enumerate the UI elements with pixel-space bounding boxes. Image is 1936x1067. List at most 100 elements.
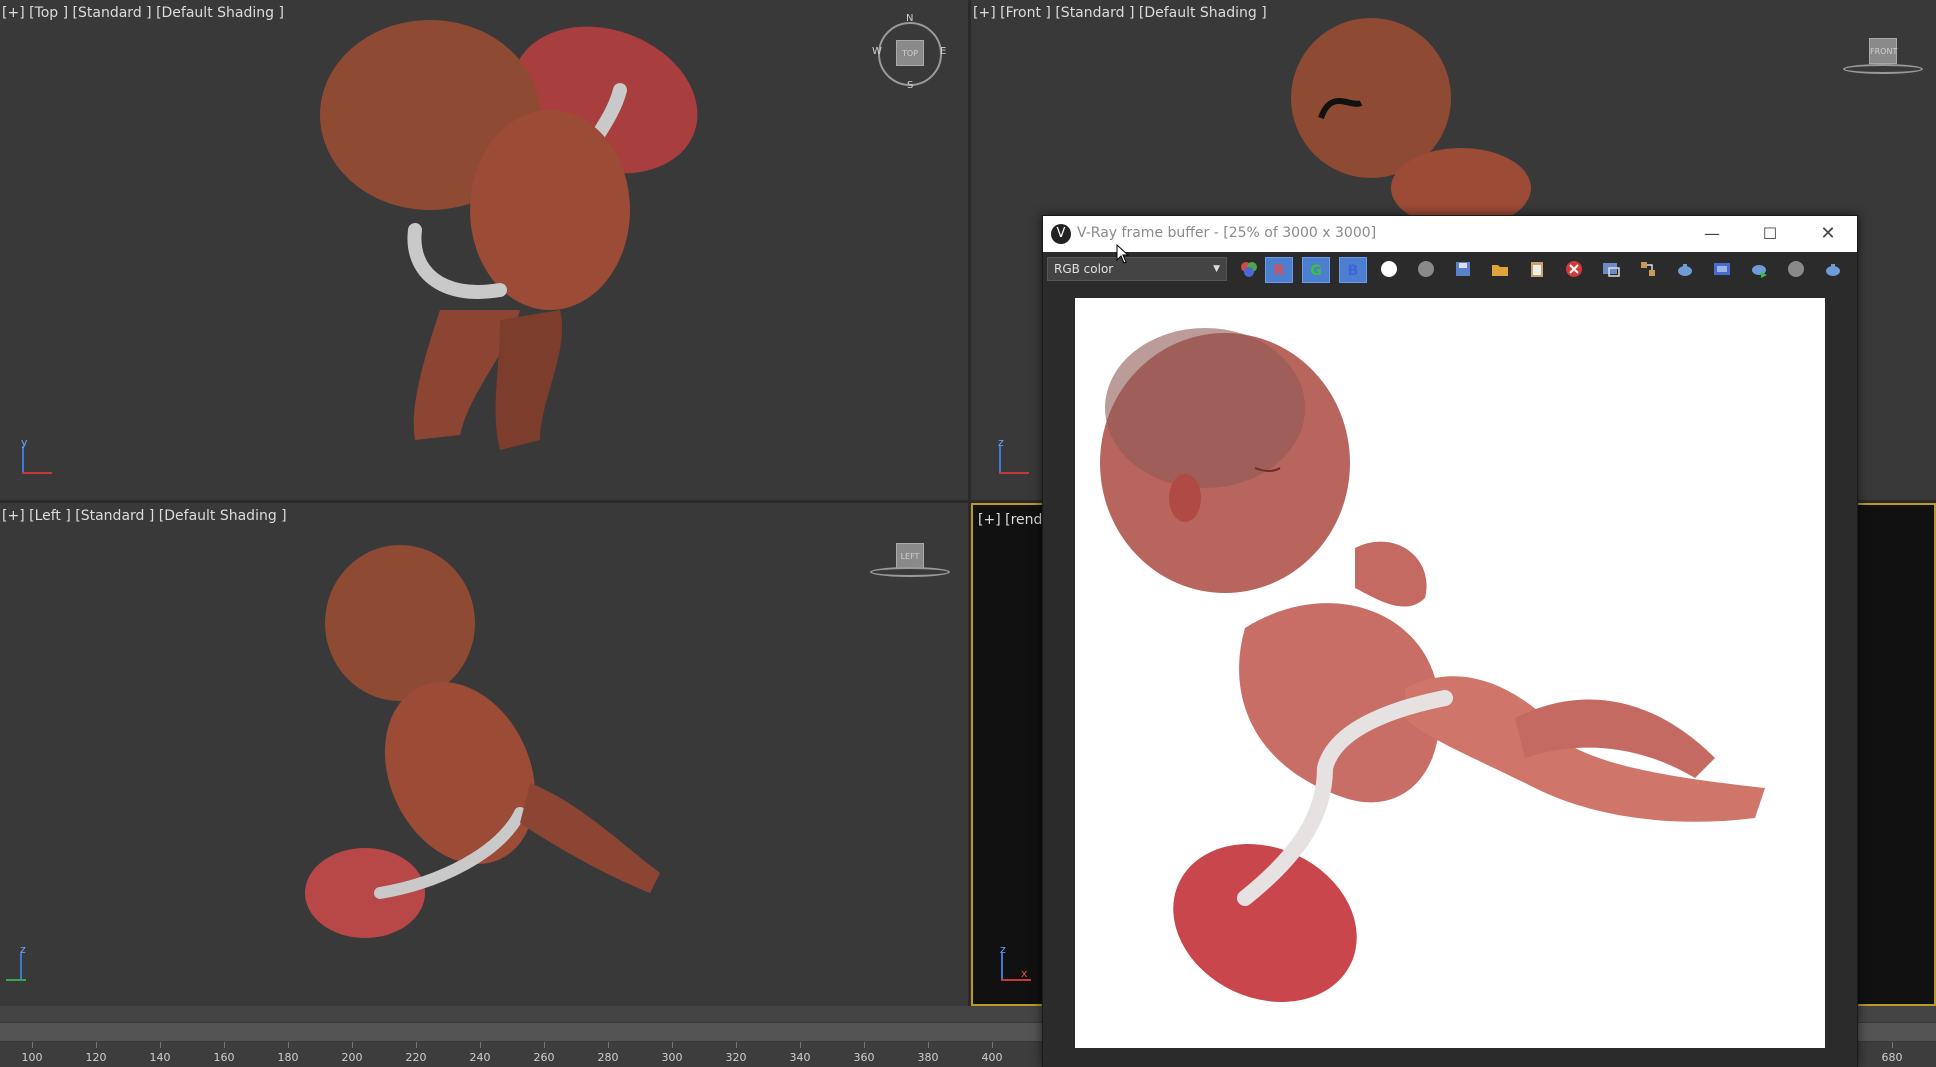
axis-x-line bbox=[22, 472, 52, 474]
fetus-model-top bbox=[320, 20, 698, 450]
frame-buffer-titlebar[interactable]: V V-Ray frame buffer - [25% of 3000 x 30… bbox=[1043, 216, 1857, 252]
ruler-tick bbox=[288, 1042, 289, 1048]
ruler-tick bbox=[1892, 1042, 1893, 1048]
ruler-tick-label: 280 bbox=[597, 1051, 619, 1064]
axis-right-label: x bbox=[1021, 967, 1028, 980]
ruler-tick bbox=[736, 1042, 737, 1048]
ruler-tick-label: 260 bbox=[533, 1051, 555, 1064]
ruler-tick-label: 400 bbox=[981, 1051, 1003, 1064]
viewcube-ring[interactable] bbox=[870, 567, 950, 577]
blue-channel-button[interactable]: B bbox=[1339, 257, 1367, 283]
ruler-tick-label: 240 bbox=[469, 1051, 491, 1064]
vray-frame-buffer-window[interactable]: V V-Ray frame buffer - [25% of 3000 x 30… bbox=[1042, 215, 1858, 1067]
ruler-tick bbox=[160, 1042, 161, 1048]
viewcube-face-top[interactable]: TOP bbox=[896, 40, 924, 66]
ruler-tick-label: 380 bbox=[917, 1051, 939, 1064]
ruler-tick bbox=[352, 1042, 353, 1048]
ruler-tick-label: 100 bbox=[21, 1051, 43, 1064]
viewcube-face-left[interactable]: LEFT bbox=[896, 543, 924, 569]
viewport-left[interactable]: [+] [Left ] [Standard ] [Default Shading… bbox=[0, 503, 968, 1006]
channel-dropdown[interactable]: RGB color ▼ bbox=[1047, 257, 1227, 281]
ruler-tick bbox=[608, 1042, 609, 1048]
channel-dropdown-value: RGB color bbox=[1054, 262, 1114, 276]
ruler-tick bbox=[32, 1042, 33, 1048]
viewport-front-label[interactable]: [+] [Front ] [Standard ] [Default Shadin… bbox=[973, 5, 1267, 21]
close-button[interactable]: ✕ bbox=[1799, 216, 1857, 252]
rendered-fetus bbox=[1100, 328, 1765, 1002]
viewcube-front[interactable]: FRONT bbox=[1843, 38, 1923, 78]
ruler-tick bbox=[480, 1042, 481, 1048]
ruler-tick bbox=[928, 1042, 929, 1048]
viewcube-ring[interactable] bbox=[1843, 64, 1923, 74]
axis-tripod-render: z x bbox=[997, 943, 1037, 985]
ruler-tick-label: 320 bbox=[725, 1051, 747, 1064]
teapot-play-icon[interactable] bbox=[1749, 259, 1769, 279]
ruler-tick-label: 300 bbox=[661, 1051, 683, 1064]
vray-logo-icon: V bbox=[1051, 224, 1071, 244]
axis-y-line bbox=[22, 446, 24, 474]
ruler-tick bbox=[864, 1042, 865, 1048]
axis-x-line bbox=[999, 472, 1029, 474]
viewcube-left[interactable]: LEFT bbox=[870, 543, 950, 583]
ruler-tick bbox=[672, 1042, 673, 1048]
open-folder-icon[interactable] bbox=[1490, 259, 1510, 279]
viewport-top[interactable]: [+] [Top ] [Standard ] [Default Shading … bbox=[0, 0, 968, 500]
frame-buffer-title: V-Ray frame buffer - [25% of 3000 x 3000… bbox=[1077, 225, 1377, 241]
compass-east: E bbox=[940, 46, 947, 57]
viewport-top-label[interactable]: [+] [Top ] [Standard ] [Default Shading … bbox=[2, 5, 284, 21]
axis-up-label: z bbox=[998, 436, 1004, 449]
film-icon[interactable] bbox=[1712, 259, 1732, 279]
fetus-model-left bbox=[305, 545, 660, 938]
viewport-render-label[interactable]: [+] [rende bbox=[978, 512, 1051, 528]
ruler-tick-label: 120 bbox=[85, 1051, 107, 1064]
render-image bbox=[1075, 298, 1825, 1048]
axis-tripod-left: z bbox=[2, 943, 42, 985]
axis-up-label: z bbox=[20, 943, 26, 956]
gray-circle-icon[interactable] bbox=[1416, 259, 1436, 279]
ruler-tick-label: 340 bbox=[789, 1051, 811, 1064]
compass-north: N bbox=[906, 13, 914, 24]
viewcube-face-front[interactable]: FRONT bbox=[1869, 38, 1897, 64]
ruler-tick bbox=[800, 1042, 801, 1048]
ruler-tick bbox=[416, 1042, 417, 1048]
axis-up-label: y bbox=[21, 436, 28, 449]
compass-south: S bbox=[907, 80, 914, 91]
ruler-tick-label: 220 bbox=[405, 1051, 427, 1064]
axis-tripod-top: y bbox=[18, 436, 58, 478]
ruler-tick-label: 360 bbox=[853, 1051, 875, 1064]
stop-icon[interactable] bbox=[1786, 259, 1806, 279]
link-icon[interactable] bbox=[1638, 259, 1658, 279]
viewport-left-label[interactable]: [+] [Left ] [Standard ] [Default Shading… bbox=[2, 508, 287, 524]
frame-buffer-canvas[interactable] bbox=[1043, 286, 1857, 1067]
ruler-tick-label: 160 bbox=[213, 1051, 235, 1064]
white-circle-icon[interactable] bbox=[1379, 259, 1399, 279]
clear-icon[interactable] bbox=[1564, 259, 1584, 279]
red-channel-button[interactable]: R bbox=[1265, 257, 1293, 283]
teapot-icon-2[interactable] bbox=[1823, 259, 1843, 279]
chevron-down-icon: ▼ bbox=[1213, 264, 1220, 274]
save-icon[interactable] bbox=[1453, 259, 1473, 279]
region-icon[interactable] bbox=[1601, 259, 1621, 279]
frame-buffer-toolbar: RGB color ▼ R G B bbox=[1043, 252, 1857, 286]
axis-z-line bbox=[999, 446, 1001, 474]
green-channel-button[interactable]: G bbox=[1302, 257, 1330, 283]
ruler-tick-label: 680 bbox=[1881, 1051, 1903, 1064]
ruler-tick-label: 180 bbox=[277, 1051, 299, 1064]
ruler-tick bbox=[224, 1042, 225, 1048]
teapot-icon[interactable] bbox=[1675, 259, 1695, 279]
maximize-button[interactable]: ☐ bbox=[1741, 216, 1799, 252]
viewcube-top[interactable]: TOP N S E W bbox=[872, 13, 947, 91]
axis-z-line bbox=[1001, 953, 1003, 981]
minimize-button[interactable]: — bbox=[1683, 216, 1741, 252]
ruler-tick bbox=[544, 1042, 545, 1048]
mouse-pointer-icon bbox=[1116, 244, 1130, 264]
axis-tripod-front: z bbox=[995, 436, 1035, 478]
color-balls-icon[interactable] bbox=[1239, 259, 1259, 279]
axis-up-label: z bbox=[1000, 943, 1006, 956]
ruler-tick-label: 200 bbox=[341, 1051, 363, 1064]
viewport-splitter-vertical[interactable] bbox=[968, 0, 971, 1006]
clipboard-icon[interactable] bbox=[1527, 259, 1547, 279]
ruler-tick bbox=[992, 1042, 993, 1048]
axis-y-line bbox=[6, 979, 26, 981]
compass-west: W bbox=[872, 46, 882, 57]
